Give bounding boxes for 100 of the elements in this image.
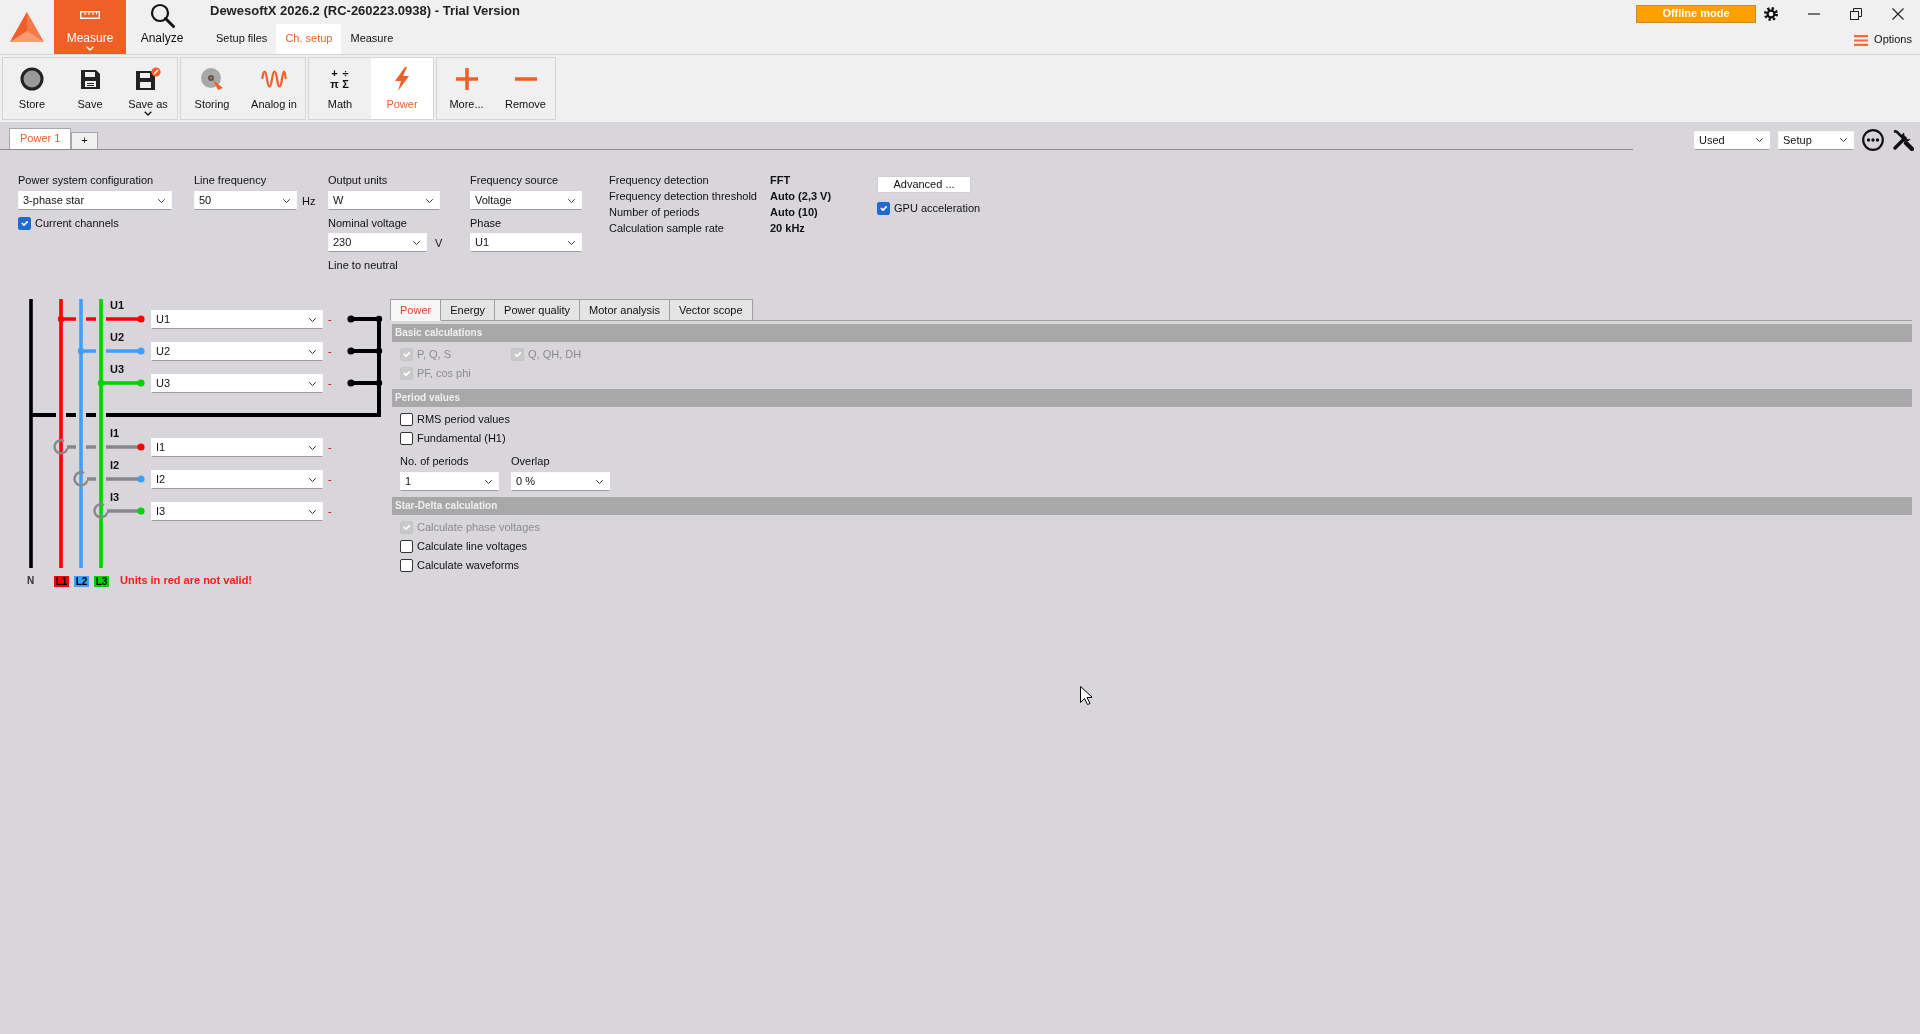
sine-wave-icon: [261, 68, 287, 90]
minus-icon: [514, 77, 537, 81]
toolbar-button[interactable]: Save as: [119, 58, 177, 119]
checkbox[interactable]: [400, 540, 413, 553]
record-icon: [20, 67, 44, 91]
disc-icon: [200, 67, 224, 91]
checkbox[interactable]: [400, 559, 413, 572]
unit-label: V: [435, 235, 443, 250]
checkbox-label: GPU acceleration: [894, 201, 981, 216]
tools-icon[interactable]: [1892, 129, 1914, 151]
menu-icon: [1854, 34, 1869, 46]
dropdown-field[interactable]: 0 %: [511, 472, 610, 491]
warning-text: Units in red are not valid!: [120, 574, 253, 588]
checkbox-label: Fundamental (H1): [417, 431, 506, 446]
channel-label: I2: [110, 459, 120, 472]
ruler-icon: [80, 11, 100, 19]
dropdown-field[interactable]: 230: [328, 233, 427, 252]
tab[interactable]: Power quality: [494, 299, 581, 321]
mouse-pointer-icon: [1080, 686, 1092, 705]
unit-label: Hz: [302, 193, 316, 208]
invalid-mark: -: [328, 312, 332, 326]
field-label: Frequency source: [470, 173, 560, 187]
window-title: DewesoftX 2026.2 (RC-260223.0938) - Trial Version: [210, 3, 520, 19]
info-label: Calculation sample rate: [609, 222, 725, 236]
tab[interactable]: Motor analysis: [579, 299, 670, 321]
channel-select[interactable]: U2: [151, 342, 323, 361]
phase-badge: L2: [74, 575, 89, 587]
tab[interactable]: Power: [390, 299, 442, 321]
checkbox[interactable]: [400, 432, 413, 445]
section-header: Period values: [392, 389, 1912, 407]
floppy-disk-pencil-icon: [135, 67, 161, 91]
field-label: Power system configuration: [18, 173, 155, 187]
invalid-mark: -: [328, 344, 332, 358]
mode-tab[interactable]: Analyze: [126, 0, 198, 54]
channel-select[interactable]: I2: [151, 470, 323, 489]
channel-select[interactable]: U3: [151, 374, 323, 393]
channel-label: U2: [110, 331, 125, 344]
toolbar-button[interactable]: Save: [61, 58, 119, 119]
field-label: Output units: [328, 173, 389, 187]
tab[interactable]: Vector scope: [669, 299, 753, 321]
phase-badge: L1: [54, 575, 69, 587]
current-clamp: [73, 471, 145, 487]
dropdown-field[interactable]: 3-phase star: [18, 191, 172, 210]
info-label: Number of periods: [609, 206, 701, 220]
checkbox-label: Q, QH, DH: [528, 347, 582, 362]
current-clamp: [93, 503, 145, 519]
checkbox-label: P, Q, S: [417, 347, 452, 362]
channel-select[interactable]: U1: [151, 310, 323, 329]
math-symbols: + ÷ π Σ: [329, 68, 350, 90]
invalid-mark: -: [328, 376, 332, 390]
channel-select[interactable]: I3: [151, 502, 323, 521]
voltage-tap: [77, 347, 145, 355]
toolbar-button[interactable]: Store: [3, 58, 61, 119]
field-label: Phase: [470, 216, 503, 230]
checkbox-label: Current channels: [35, 216, 119, 231]
channel-tab[interactable]: +: [71, 132, 98, 149]
channel-select[interactable]: I1: [151, 438, 323, 457]
field-label: No. of periods: [400, 454, 470, 468]
checkbox[interactable]: [877, 202, 890, 215]
checkbox-label: Calculate phase voltages: [417, 520, 540, 535]
channel-label: U1: [110, 299, 125, 312]
checkbox[interactable]: [400, 413, 413, 426]
section-header: Basic calculations: [392, 324, 1912, 342]
toolbar-button[interactable]: More...: [437, 58, 496, 119]
toolbar-button[interactable]: Analog in: [243, 58, 305, 119]
minimize-icon[interactable]: [1808, 12, 1820, 15]
plus-icon: [455, 68, 478, 90]
advanced-button[interactable]: Advanced ...: [877, 176, 971, 193]
tab[interactable]: Setup files: [207, 24, 277, 54]
toolbar-button[interactable]: Storing: [181, 58, 243, 119]
dropdown-field[interactable]: U1: [470, 233, 582, 252]
logo-icon: [10, 12, 44, 42]
filter-select[interactable]: Setup: [1778, 130, 1854, 150]
dropdown-field[interactable]: W: [328, 191, 440, 210]
section-header: Star-Delta calculation: [392, 497, 1912, 515]
info-value: FFT: [770, 174, 792, 188]
filter-select[interactable]: Used: [1694, 130, 1770, 150]
invalid-mark: -: [328, 440, 332, 454]
checkbox[interactable]: [18, 217, 31, 230]
dropdown-field[interactable]: 1: [400, 472, 499, 491]
info-value: 20 kHz: [770, 222, 806, 236]
dropdown-field[interactable]: 50: [194, 191, 297, 210]
caret-icon: [144, 111, 152, 116]
checkbox-label: Calculate line voltages: [417, 539, 528, 554]
more-options-icon[interactable]: [1862, 129, 1884, 151]
tab[interactable]: Energy: [440, 299, 496, 321]
toolbar-button[interactable]: + ÷ π Σ Math: [309, 58, 371, 119]
toolbar-button[interactable]: Remove: [496, 58, 555, 119]
channel-label: I3: [110, 491, 120, 504]
field-label: Overlap: [511, 454, 551, 468]
info-value: Auto (10): [770, 206, 819, 220]
settings-icon[interactable]: [1764, 6, 1778, 21]
dropdown-field[interactable]: Voltage: [470, 191, 582, 210]
tab[interactable]: Measure: [341, 24, 403, 54]
close-icon[interactable]: [1892, 7, 1904, 20]
restore-icon[interactable]: [1850, 7, 1862, 20]
voltage-tap: [97, 379, 145, 387]
info-value: Auto (2,3 V): [770, 190, 833, 204]
invalid-mark: -: [328, 504, 332, 518]
options-button[interactable]: Options: [1854, 31, 1912, 49]
